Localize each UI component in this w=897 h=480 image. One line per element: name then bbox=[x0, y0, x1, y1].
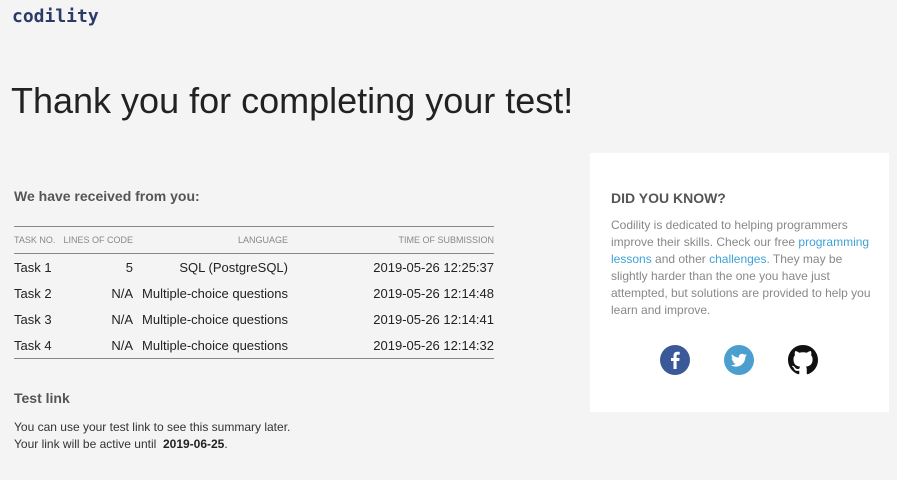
table-row: Task 1 5 SQL (PostgreSQL) 2019-05-26 12:… bbox=[14, 254, 494, 281]
test-link-heading: Test link bbox=[14, 390, 70, 406]
did-you-know-heading: DID YOU KNOW? bbox=[611, 190, 726, 206]
language-cell: Multiple-choice questions bbox=[142, 285, 288, 301]
table-row: Task 3 N/A Multiple-choice questions 201… bbox=[14, 306, 494, 332]
col-header-task: TASK NO. bbox=[14, 235, 56, 245]
table-header-row: TASK NO. LINES OF CODE LANGUAGE TIME OF … bbox=[14, 226, 494, 254]
time-cell: 2019-05-26 12:25:37 bbox=[373, 259, 494, 275]
expiry-prefix: Your link will be active until bbox=[14, 437, 157, 451]
submissions-table: TASK NO. LINES OF CODE LANGUAGE TIME OF … bbox=[14, 226, 494, 359]
test-link-description: You can use your test link to see this s… bbox=[14, 420, 291, 434]
twitter-icon[interactable] bbox=[724, 345, 754, 375]
received-heading: We have received from you: bbox=[14, 188, 200, 204]
codility-logo[interactable]: codility bbox=[12, 6, 99, 27]
github-icon[interactable] bbox=[788, 345, 818, 375]
dyk-text-part2: and other bbox=[655, 252, 706, 266]
lines-cell: N/A bbox=[62, 332, 133, 359]
language-cell: SQL (PostgreSQL) bbox=[179, 259, 288, 275]
expiry-suffix: . bbox=[224, 437, 228, 451]
lines-cell: N/A bbox=[111, 311, 133, 327]
test-link-expiry: Your link will be active until 2019-06-2… bbox=[14, 437, 228, 451]
language-cell: Multiple-choice questions bbox=[142, 311, 288, 327]
expiry-date: 2019-06-25 bbox=[162, 437, 225, 451]
did-you-know-text: Codility is dedicated to helping program… bbox=[611, 217, 876, 319]
table-row: Task 2 N/A Multiple-choice questions 201… bbox=[14, 280, 494, 306]
lines-cell: 5 bbox=[125, 259, 133, 275]
task-cell: Task 4 bbox=[14, 332, 62, 359]
task-cell: Task 3 bbox=[14, 311, 52, 327]
time-cell: 2019-05-26 12:14:41 bbox=[373, 311, 494, 327]
task-cell: Task 2 bbox=[14, 285, 52, 301]
time-cell: 2019-05-26 12:14:32 bbox=[288, 332, 494, 359]
col-header-time: TIME OF SUBMISSION bbox=[398, 235, 494, 245]
col-header-lines: LINES OF CODE bbox=[63, 235, 133, 245]
col-header-language: LANGUAGE bbox=[237, 235, 288, 245]
challenges-link[interactable]: challenges bbox=[709, 252, 766, 266]
lines-cell: N/A bbox=[111, 285, 133, 301]
table-row: Task 4 N/A Multiple-choice questions 201… bbox=[14, 332, 494, 359]
did-you-know-panel: DID YOU KNOW? Codility is dedicated to h… bbox=[590, 153, 889, 412]
task-cell: Task 1 bbox=[14, 259, 52, 275]
time-cell: 2019-05-26 12:14:48 bbox=[373, 285, 494, 301]
language-cell: Multiple-choice questions bbox=[133, 332, 288, 359]
facebook-icon[interactable] bbox=[660, 345, 690, 375]
page-title: Thank you for completing your test! bbox=[11, 80, 574, 121]
